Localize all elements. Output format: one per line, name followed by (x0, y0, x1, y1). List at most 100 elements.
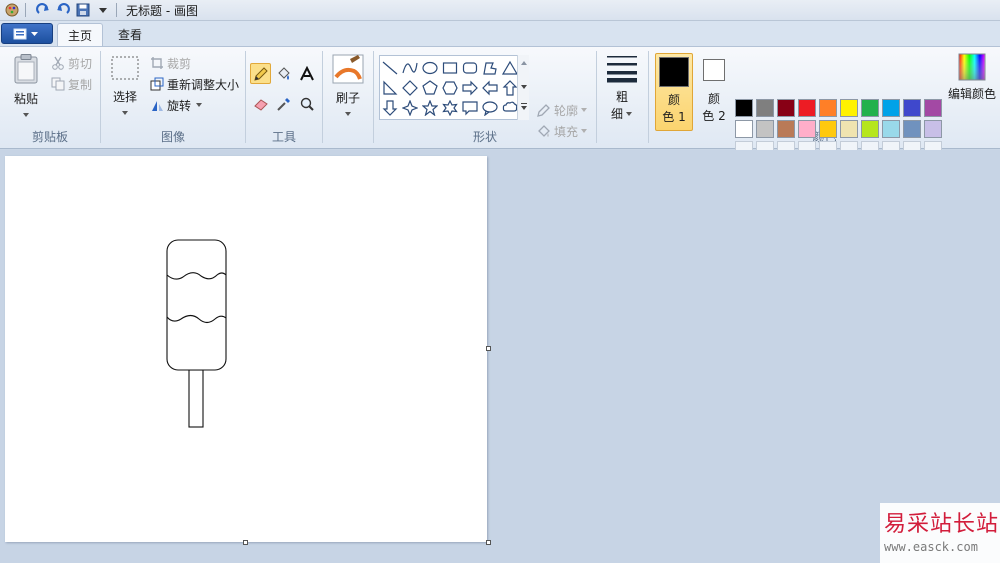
right-triangle-shape-icon[interactable] (380, 78, 400, 98)
text-a-icon (299, 65, 314, 80)
palette-color-swatch[interactable] (903, 99, 921, 117)
drawing-canvas[interactable] (5, 156, 487, 542)
magnifier-icon (300, 97, 314, 111)
scroll-up-icon[interactable] (521, 61, 527, 65)
size-label-line1: 粗 (615, 90, 628, 104)
palette-color-swatch[interactable] (840, 99, 858, 117)
palette-color-swatch[interactable] (735, 99, 753, 117)
rectangle-shape-icon[interactable] (440, 58, 460, 78)
left-arrow-shape-icon[interactable] (480, 78, 500, 98)
canvas-resize-handle-right[interactable] (486, 346, 491, 351)
pencil-tool[interactable] (250, 63, 271, 84)
polygon-shape-icon[interactable] (480, 58, 500, 78)
brush-icon (332, 54, 364, 84)
scroll-down-icon[interactable] (521, 85, 527, 89)
line-shape-icon[interactable] (380, 58, 400, 78)
save-icon[interactable] (75, 2, 91, 18)
crop-button[interactable]: 裁剪 (149, 54, 191, 72)
cut-button[interactable]: 剪切 (50, 54, 92, 72)
tab-home[interactable]: 主页 (57, 23, 103, 46)
tab-view[interactable]: 查看 (110, 23, 150, 46)
fill-dropdown-icon (581, 129, 588, 133)
outline-label: 轮廓 (554, 103, 579, 118)
title-separator (116, 3, 117, 17)
shapes-scrollbar[interactable] (517, 55, 529, 120)
color1-label-line2: 色 1 (662, 110, 686, 124)
palette-color-swatch[interactable] (819, 99, 837, 117)
undo-icon[interactable] (55, 2, 71, 18)
palette-color-swatch[interactable] (861, 99, 879, 117)
hexagon-shape-icon[interactable] (440, 78, 460, 98)
resize-button[interactable]: 重新调整大小 (149, 75, 239, 93)
palette-color-swatch[interactable] (882, 120, 900, 138)
oval-shape-icon[interactable] (420, 58, 440, 78)
palette-color-swatch[interactable] (756, 99, 774, 117)
fill-tool[interactable] (273, 63, 294, 84)
palette-color-swatch[interactable] (882, 99, 900, 117)
color2-button[interactable]: 颜 色 2 (695, 53, 733, 131)
paint-app-icon[interactable] (4, 2, 20, 18)
customize-qat-chevron-icon[interactable] (95, 2, 111, 18)
palette-color-swatch[interactable] (777, 120, 795, 138)
menu-icon (13, 28, 38, 39)
color1-swatch (659, 57, 689, 87)
palette-color-swatch[interactable] (924, 120, 942, 138)
eyedropper-icon (276, 97, 290, 111)
window-title: 无标题 - 画图 (126, 3, 198, 18)
shapes-gallery[interactable] (379, 55, 529, 120)
canvas-resize-handle-bottom[interactable] (243, 540, 248, 545)
paint-menu-button[interactable] (1, 23, 53, 44)
palette-color-swatch[interactable] (756, 120, 774, 138)
palette-color-swatch[interactable] (735, 120, 753, 138)
palette-color-swatch[interactable] (924, 99, 942, 117)
palette-color-swatch[interactable] (903, 120, 921, 138)
pentagon-shape-icon[interactable] (420, 78, 440, 98)
popsicle-stick (188, 369, 204, 428)
paste-label: 粘贴 (13, 92, 38, 106)
canvas-resize-handle-corner[interactable] (486, 540, 491, 545)
image-group: 选择 裁剪 重新调整大小 旋转 图像 (101, 47, 245, 148)
resize-icon (149, 77, 164, 92)
rounded-rectangle-shape-icon[interactable] (460, 58, 480, 78)
select-button[interactable]: 选择 (107, 53, 143, 123)
watermark: 易采站长站 www.easck.com (880, 503, 1000, 563)
edit-colors-button[interactable]: 编辑颜色 (946, 53, 998, 113)
diamond-shape-icon[interactable] (400, 78, 420, 98)
rotate-icon (149, 98, 164, 113)
color2-label-line2: 色 2 (702, 109, 726, 123)
clipboard-icon (14, 54, 38, 84)
outline-button[interactable]: 轮廓 (536, 101, 588, 119)
copy-button[interactable]: 复制 (50, 75, 92, 93)
rectangular-callout-shape-icon[interactable] (460, 98, 480, 118)
oval-callout-shape-icon[interactable] (480, 98, 500, 118)
palette-color-swatch[interactable] (840, 120, 858, 138)
brushes-button[interactable]: 刷子 (329, 53, 367, 123)
rotate-button[interactable]: 旋转 (149, 96, 203, 114)
color-picker-tool[interactable] (273, 93, 294, 114)
palette-color-swatch[interactable] (798, 99, 816, 117)
redo-icon[interactable] (35, 2, 51, 18)
palette-color-swatch[interactable] (861, 120, 879, 138)
right-arrow-shape-icon[interactable] (460, 78, 480, 98)
gallery-expand-icon[interactable] (521, 106, 527, 110)
six-point-star-shape-icon[interactable] (440, 98, 460, 118)
size-button[interactable]: 粗 细 (600, 53, 644, 123)
palette-color-swatch[interactable] (819, 120, 837, 138)
eraser-tool[interactable] (250, 93, 271, 114)
curve-shape-icon[interactable] (400, 58, 420, 78)
fill-button[interactable]: 填充 (536, 122, 588, 140)
palette-color-swatch[interactable] (798, 120, 816, 138)
text-tool[interactable] (296, 63, 317, 84)
color-spectrum-icon (958, 53, 986, 81)
down-arrow-shape-icon[interactable] (380, 98, 400, 118)
size-label-line2: 细 (610, 107, 623, 121)
four-point-star-shape-icon[interactable] (400, 98, 420, 118)
five-point-star-shape-icon[interactable] (420, 98, 440, 118)
palette-color-swatch[interactable] (777, 99, 795, 117)
magnifier-tool[interactable] (296, 93, 317, 114)
clipboard-group-label: 剪贴板 (31, 130, 68, 144)
paste-button[interactable]: 粘贴 (6, 53, 46, 123)
paste-dropdown-icon (23, 113, 29, 117)
color1-button[interactable]: 颜 色 1 (655, 53, 693, 131)
paint-bucket-icon (277, 66, 290, 80)
